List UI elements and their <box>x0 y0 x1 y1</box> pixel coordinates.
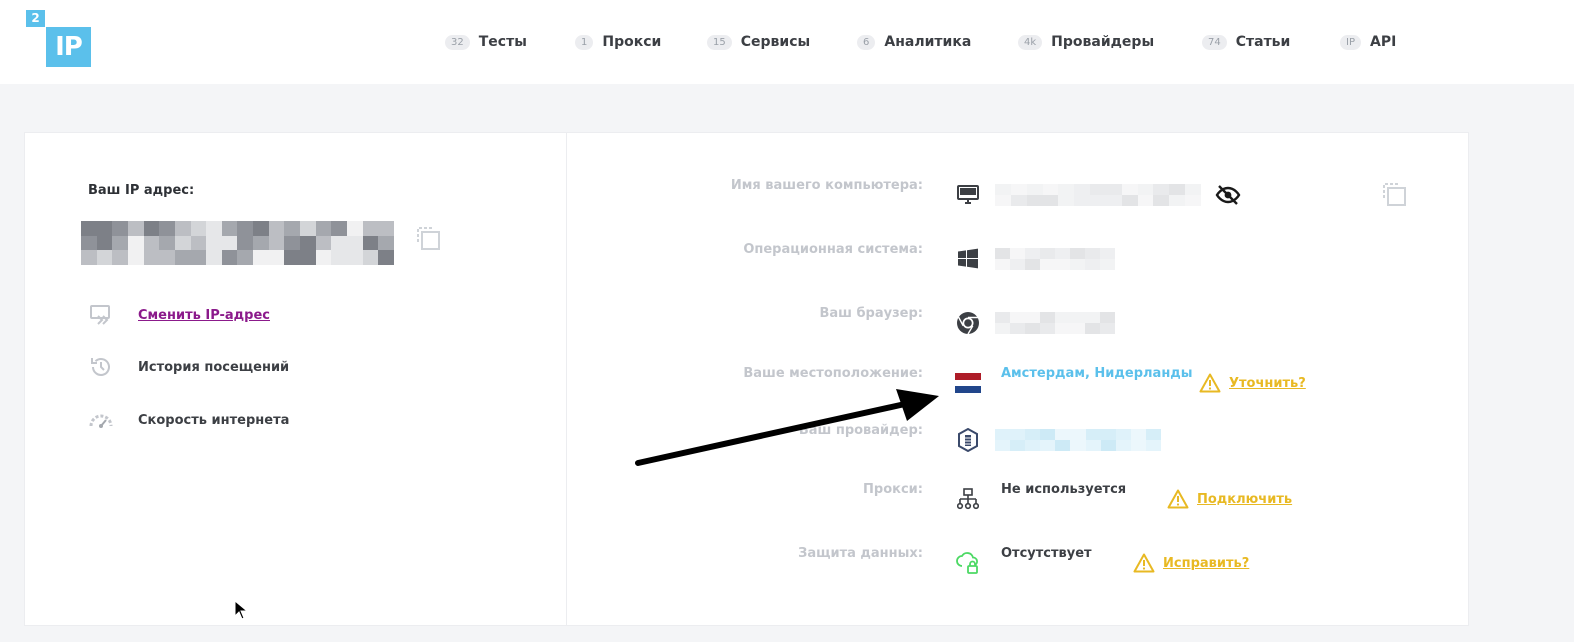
fix-protection-link[interactable]: Исправить? <box>1133 553 1249 573</box>
nav-item-articles[interactable]: 74 Статьи <box>1202 31 1290 53</box>
ip-address-title: Ваш IP адрес: <box>88 183 195 198</box>
row-os: Операционная система: <box>567 242 1467 276</box>
fix-protection-label: Исправить? <box>1163 555 1250 571</box>
nav-item-tests[interactable]: 32 Тесты <box>445 31 527 53</box>
mouse-cursor-icon <box>234 600 248 620</box>
warning-icon <box>1199 373 1221 393</box>
connect-proxy-label: Подключить <box>1197 491 1293 507</box>
history-icon <box>88 354 114 380</box>
nav-label: Прокси <box>602 34 662 50</box>
logo-small-mark: 2 <box>26 10 45 27</box>
logo-big-mark: IP <box>46 27 91 67</box>
cloud-lock-icon <box>955 550 981 576</box>
network-icon <box>955 486 981 512</box>
change-ip-link[interactable]: Сменить IP-адрес <box>88 302 270 328</box>
chrome-icon <box>955 310 981 336</box>
speedometer-icon <box>88 407 114 433</box>
nav-label: Статьи <box>1235 34 1291 50</box>
protection-value: Отсутствует <box>1001 546 1092 561</box>
provider-shield-icon <box>955 427 981 453</box>
row-label: Прокси: <box>863 482 923 497</box>
row-label: Ваш провайдер: <box>798 423 923 438</box>
row-provider: Ваш провайдер: <box>567 423 1467 457</box>
browser-value-blurred <box>995 312 1115 334</box>
nav-badge: 15 <box>707 34 732 50</box>
nav-label: Аналитика <box>884 34 972 50</box>
monitor-icon <box>955 182 981 208</box>
netherlands-flag-icon <box>955 370 981 396</box>
site-header: 2 IP 32 Тесты 1 Прокси 15 Сервисы 6 Анал… <box>0 0 1574 84</box>
speed-test-link[interactable]: Скорость интернета <box>88 407 289 433</box>
history-link[interactable]: История посещений <box>88 354 289 380</box>
row-label: Ваше местоположение: <box>743 366 923 381</box>
nav-item-providers[interactable]: 4k Провайдеры <box>1018 31 1154 53</box>
history-label: История посещений <box>138 359 290 375</box>
change-ip-label: Сменить IP-адрес <box>138 307 270 323</box>
row-label: Защита данных: <box>798 546 923 561</box>
nav-badge: 4k <box>1018 34 1043 50</box>
row-label: Операционная система: <box>743 242 923 257</box>
nav-label: API <box>1369 34 1397 50</box>
connect-proxy-link[interactable]: Подключить <box>1167 489 1292 509</box>
os-value-blurred <box>995 248 1115 270</box>
warning-icon <box>1167 489 1189 509</box>
ip-info-card: Ваш IP адрес: Сменить IP-адрес История п… <box>24 132 1469 626</box>
proxy-value: Не используется <box>1001 482 1127 497</box>
nav-badge: 1 <box>575 34 594 50</box>
warning-icon <box>1133 553 1155 573</box>
row-browser: Ваш браузер: <box>567 306 1467 340</box>
nav-item-services[interactable]: 15 Сервисы <box>707 31 810 53</box>
provider-value-blurred <box>995 429 1161 451</box>
nav-label: Провайдеры <box>1051 34 1155 50</box>
row-label: Ваш браузер: <box>819 306 923 321</box>
nav-label: Тесты <box>478 34 527 50</box>
speed-test-label: Скорость интернета <box>138 412 290 428</box>
row-label: Имя вашего компьютера: <box>730 178 923 193</box>
nav-label: Сервисы <box>740 34 811 50</box>
change-ip-icon <box>88 302 114 328</box>
row-proxy: Прокси: Не используется Подключить <box>567 482 1467 516</box>
copy-icon[interactable] <box>415 225 441 255</box>
computer-name-blurred <box>995 184 1201 206</box>
location-value: Амстердам, Нидерланды <box>1001 366 1193 381</box>
nav-item-analytics[interactable]: 6 Аналитика <box>857 31 971 53</box>
windows-icon <box>955 246 981 272</box>
nav-badge: 6 <box>857 34 876 50</box>
row-data-protection: Защита данных: Отсутствует Исправить? <box>567 546 1467 580</box>
refine-location-link[interactable]: Уточнить? <box>1199 373 1306 393</box>
ip-address-value-blurred <box>81 221 394 265</box>
nav-badge: 32 <box>445 34 470 50</box>
nav-item-api[interactable]: IP API <box>1340 31 1396 53</box>
nav-badge: 74 <box>1202 34 1227 50</box>
nav-badge: IP <box>1340 34 1361 50</box>
row-computer-name: Имя вашего компьютера: <box>567 178 1467 212</box>
refine-location-label: Уточнить? <box>1229 375 1306 391</box>
eye-off-icon[interactable] <box>1215 184 1241 210</box>
copy-computer-name-icon[interactable] <box>1381 181 1407 211</box>
row-location: Ваше местоположение: Амстердам, Нидерлан… <box>567 366 1467 400</box>
nav-item-proxy[interactable]: 1 Прокси <box>575 31 661 53</box>
site-logo[interactable]: 2 IP <box>26 10 92 68</box>
